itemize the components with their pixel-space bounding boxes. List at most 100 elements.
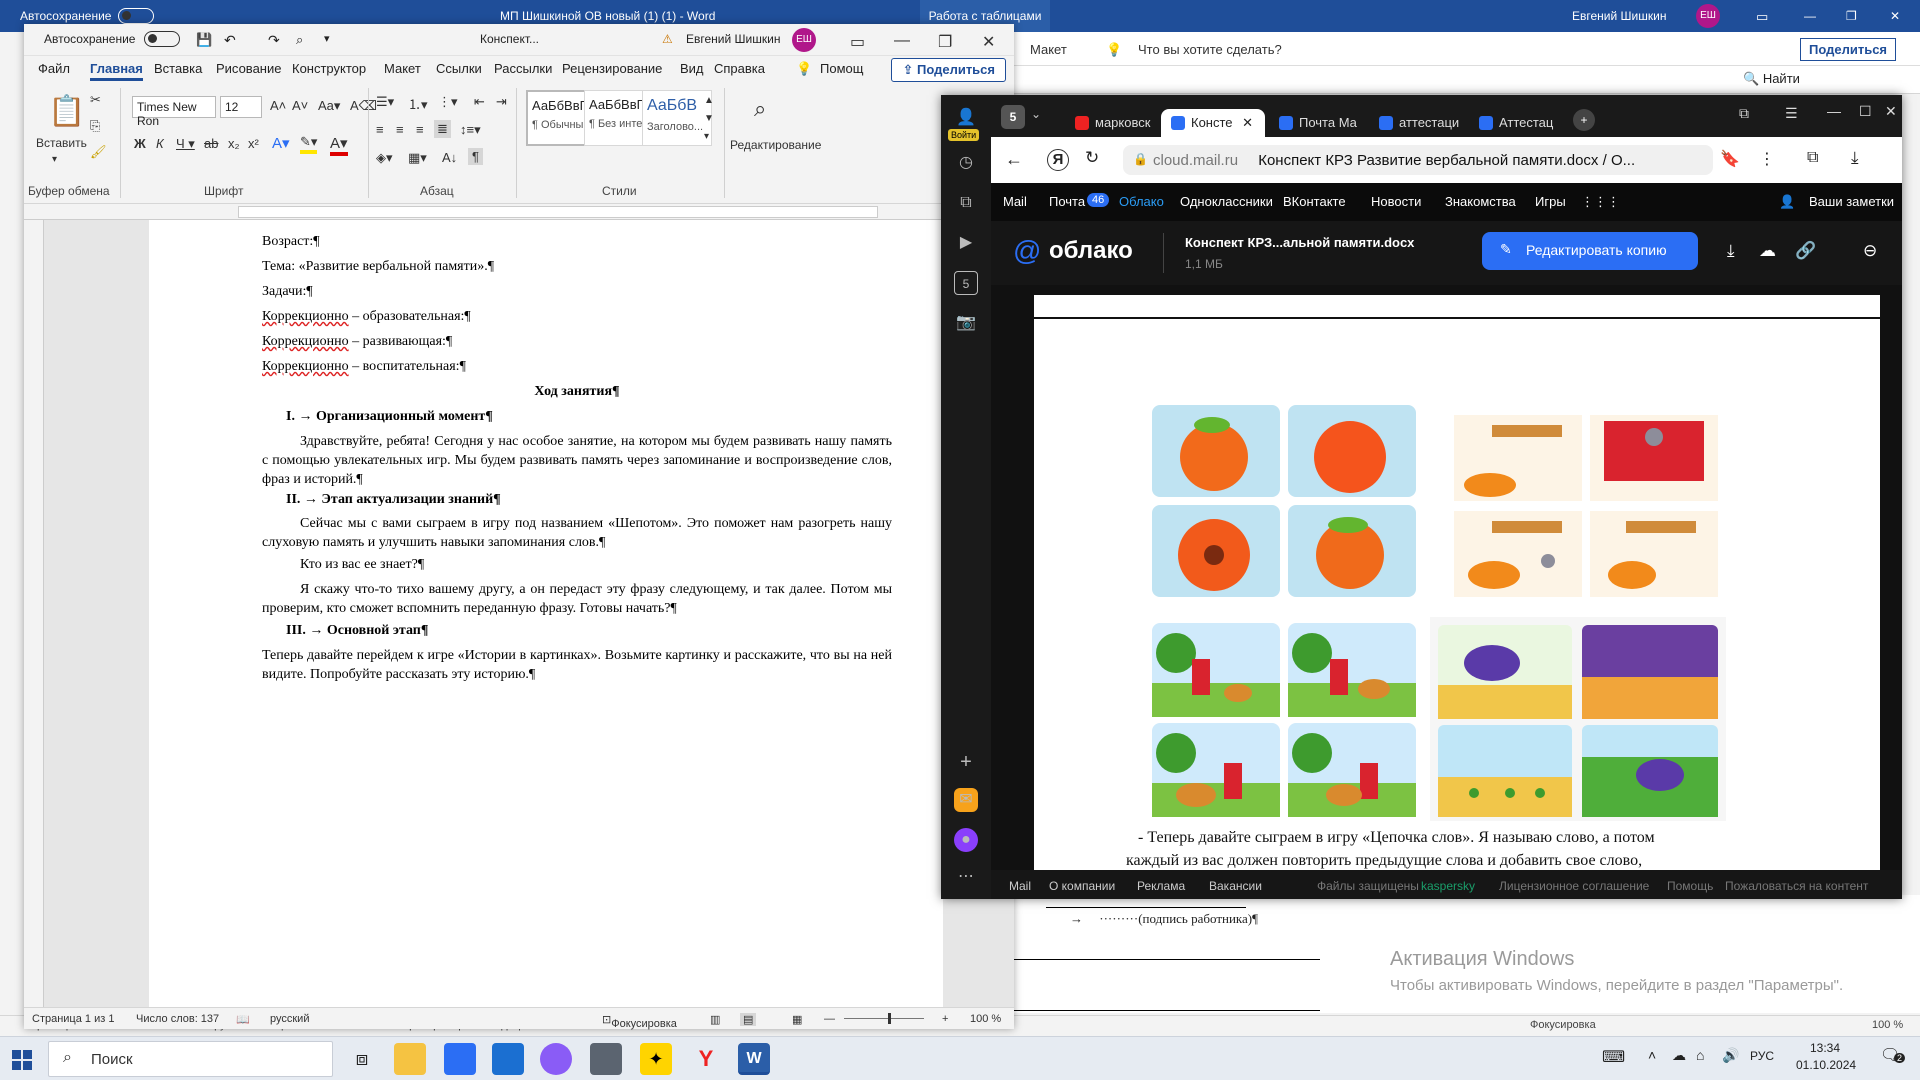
tab-list-icon[interactable]: ⌄ [1031, 107, 1041, 121]
tab-mail[interactable]: Почта Ма [1269, 109, 1365, 137]
store-icon[interactable] [444, 1043, 476, 1075]
show-marks-icon[interactable]: ¶ [468, 148, 483, 165]
history-icon[interactable]: ◷ [954, 151, 978, 175]
horizontal-ruler[interactable] [24, 204, 1014, 220]
subscript-icon[interactable]: x₂ [228, 136, 240, 151]
footer-jobs[interactable]: Вакансии [1209, 879, 1262, 893]
tab-draw[interactable]: Рисование [216, 61, 281, 76]
copilot-icon[interactable] [540, 1043, 572, 1075]
search-icon[interactable]: ⌕ [296, 32, 303, 48]
zoom-out-viewer-icon[interactable]: ⊖ [1863, 241, 1877, 261]
tab-konspekt[interactable]: Консте ✕ [1161, 109, 1265, 137]
zoom-thumb[interactable] [888, 1013, 891, 1024]
nav-mail[interactable]: Mail [1003, 194, 1027, 209]
keyboard-icon[interactable]: ⌨ [1602, 1047, 1625, 1067]
bg-restore-icon[interactable]: ❐ [1846, 9, 1857, 23]
restore-icon[interactable]: ❐ [938, 32, 952, 52]
web-layout-icon[interactable]: ▦ [792, 1013, 802, 1026]
tab-references[interactable]: Ссылки [436, 61, 482, 76]
ribbon-display-icon[interactable]: ▭ [850, 32, 865, 52]
cut-icon[interactable]: ✂ [90, 92, 101, 108]
mail-app-icon[interactable]: ✉ [954, 788, 978, 812]
volume-icon[interactable]: 🔊 [1722, 1047, 1739, 1064]
bg-tab-layout[interactable]: Макет [1030, 42, 1067, 57]
bg-find-button[interactable]: 🔍 Найти [1743, 71, 1800, 87]
shrink-font-icon[interactable]: A˅ [292, 98, 308, 113]
styles-scroll-icon[interactable]: ▲ ▼ ▾ [704, 92, 714, 146]
document-area[interactable]: Возраст:¶ Тема: «Развитие вербальной пам… [44, 220, 1014, 1015]
browser-close-icon[interactable]: ✕ [1885, 103, 1897, 120]
save-icon[interactable]: 💾 [196, 32, 212, 48]
clear-format-icon[interactable]: A⌫ [350, 98, 377, 114]
task-view-icon[interactable]: ⧈ [346, 1043, 378, 1075]
change-case-icon[interactable]: Aa▾ [318, 98, 340, 114]
bg-zoom[interactable]: 100 % [1872, 1019, 1903, 1031]
tracker-icon[interactable]: ✦ [640, 1043, 672, 1075]
back-icon[interactable]: ← [1005, 149, 1023, 170]
nav-notes[interactable]: Ваши заметки [1809, 194, 1894, 209]
multilevel-list-icon[interactable]: ⋮▾ [438, 94, 458, 110]
editing-label[interactable]: Редактирование [730, 138, 821, 152]
new-tab-icon[interactable]: + [1573, 109, 1595, 131]
nav-cloud[interactable]: Облако [1119, 194, 1164, 209]
align-right-icon[interactable]: ≡ [416, 122, 424, 137]
document-page[interactable]: Возраст:¶ Тема: «Развитие вербальной пам… [149, 220, 943, 1015]
align-center-icon[interactable]: ≡ [396, 122, 404, 137]
superscript-icon[interactable]: x² [248, 136, 259, 151]
cloud-logo-text[interactable]: облако [1049, 237, 1133, 265]
minimize-icon[interactable]: — [894, 32, 910, 50]
grow-font-icon[interactable]: A˄ [270, 98, 286, 113]
bookmark-icon[interactable]: 🔖 [1720, 149, 1740, 169]
bg-autosave-toggle[interactable] [118, 8, 154, 24]
bg-close-icon[interactable]: ✕ [1890, 9, 1900, 23]
nav-dating[interactable]: Знакомства [1445, 194, 1516, 209]
font-name-box[interactable]: Times New Ron [132, 96, 216, 128]
nav-ok[interactable]: Одноклассники [1180, 194, 1273, 209]
collections-add-icon[interactable]: ⧉ [1807, 149, 1818, 167]
upload-icon[interactable]: ☁ [1759, 241, 1776, 261]
style-heading1[interactable]: АаБбВ Заголово... [642, 90, 712, 146]
close-icon[interactable]: ✕ [982, 32, 995, 52]
network-icon[interactable]: ⌂ [1696, 1047, 1704, 1063]
page-menu-icon[interactable]: ⋮ [1759, 149, 1775, 169]
status-zoom[interactable]: 100 % [970, 1013, 1001, 1025]
strikethrough-icon[interactable]: ab [204, 136, 218, 151]
taskbar-search[interactable]: ⌕ Поиск [48, 1041, 333, 1077]
bg-focus[interactable]: Фокусировка [1530, 1019, 1596, 1031]
paste-icon[interactable]: 📋 [48, 94, 85, 129]
nav-news[interactable]: Новости [1371, 194, 1421, 209]
clock-date[interactable]: 01.10.2024 [1796, 1058, 1856, 1072]
undo-icon[interactable]: ↶ [224, 32, 236, 49]
text-effects-icon[interactable]: A▾ [272, 134, 290, 152]
footer-license[interactable]: Лицензионное соглашение [1499, 879, 1649, 893]
vertical-ruler[interactable] [24, 220, 44, 1015]
bg-minimize-icon[interactable]: — [1804, 9, 1816, 23]
onedrive-icon[interactable]: ☁ [1672, 1047, 1686, 1064]
tab-manager-icon[interactable]: ⧉ [1739, 105, 1749, 122]
footer-ads[interactable]: Реклама [1137, 879, 1185, 893]
read-mode-icon[interactable]: ▥ [710, 1013, 720, 1026]
editing-search-icon[interactable]: ⌕ [754, 96, 766, 122]
clock-time[interactable]: 13:34 [1810, 1041, 1840, 1055]
tab-groups-count[interactable]: 5 [1001, 105, 1025, 129]
tab-file[interactable]: Файл [38, 61, 70, 76]
share-button[interactable]: ⇪ Поделиться [891, 58, 1006, 82]
format-painter-icon[interactable]: 🖌 [90, 144, 107, 160]
redo-icon[interactable]: ↷ [268, 32, 280, 49]
print-layout-icon[interactable]: ▤ [740, 1013, 757, 1026]
language-indicator[interactable]: РУС [1750, 1049, 1774, 1063]
word-doc-name[interactable]: Конспект... [480, 32, 539, 46]
tab-layout[interactable]: Макет [384, 61, 421, 76]
yandex-browser-icon[interactable]: Y [690, 1043, 722, 1075]
tab-close-icon[interactable]: ✕ [1242, 115, 1253, 130]
five-icon[interactable]: 5 [954, 271, 978, 295]
file-explorer-icon[interactable] [394, 1043, 426, 1075]
downloads-icon[interactable]: ⤓ [1851, 148, 1859, 168]
edit-copy-button[interactable]: ✎ Редактировать копию [1482, 232, 1698, 270]
footer-help[interactable]: Помощь [1667, 879, 1713, 893]
footer-kaspersky[interactable]: kaspersky [1421, 879, 1475, 893]
tab-home[interactable]: Главная [90, 61, 143, 81]
status-language[interactable]: русский [270, 1013, 309, 1025]
highlight-icon[interactable]: ✎▾ [300, 134, 318, 154]
footer-mail[interactable]: Mail [1009, 879, 1031, 893]
